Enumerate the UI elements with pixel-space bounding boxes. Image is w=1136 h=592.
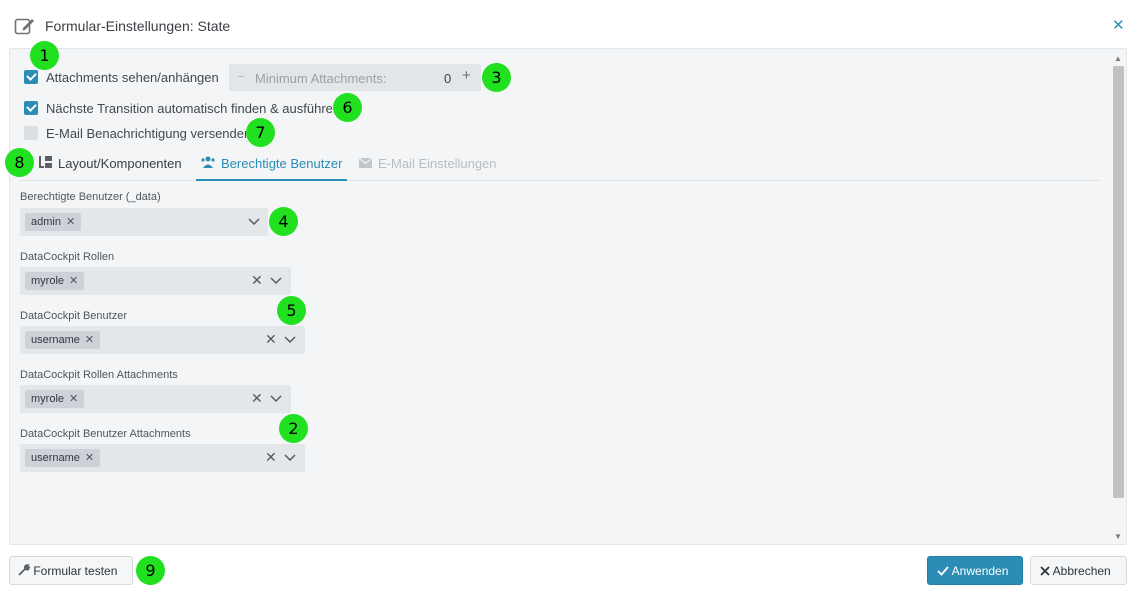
annotation-badge: 9 <box>136 556 165 585</box>
chevron-down-icon[interactable] <box>283 451 297 465</box>
clear-icon[interactable]: ✕ <box>251 390 263 407</box>
field-label-berechtigte-benutzer: Berechtigte Benutzer (_data) <box>20 191 161 203</box>
tab-label: Layout/Komponenten <box>58 156 182 171</box>
apply-button[interactable]: Anwenden <box>927 556 1023 585</box>
selected-chip: myrole ✕ <box>25 272 85 290</box>
layout-icon <box>38 150 52 177</box>
field-label-datacockpit-benutzer: DataCockpit Benutzer <box>20 310 127 322</box>
annotation-badge: 5 <box>277 296 306 325</box>
attachments-label: Attachments sehen/anhängen <box>46 70 219 85</box>
chip-remove-icon[interactable]: ✕ <box>85 452 94 464</box>
envelope-icon <box>358 150 372 177</box>
users-icon <box>201 150 215 177</box>
increment-button[interactable]: + <box>462 67 471 84</box>
selected-chip: myrole ✕ <box>25 390 85 408</box>
tab-bar: Layout/Komponenten Berechtigte Benutzer … <box>20 150 1100 181</box>
decrement-button[interactable]: − <box>237 68 245 84</box>
dialog-title: Formular-Einstellungen: State <box>45 18 231 34</box>
field-label-datacockpit-benutzer-attachments: DataCockpit Benutzer Attachments <box>20 428 191 440</box>
annotation-badge: 7 <box>246 118 275 147</box>
dialog-header: Formular-Einstellungen: State ✕ <box>0 0 1136 48</box>
clear-icon[interactable]: ✕ <box>265 331 277 348</box>
annotation-badge: 1 <box>30 41 59 70</box>
datacockpit-rollen-attachments-select[interactable]: myrole ✕ ✕ <box>20 385 291 413</box>
tab-label: E-Mail Einstellungen <box>378 156 497 171</box>
scroll-up-arrow-icon[interactable]: ▲ <box>1114 54 1122 63</box>
selected-chip: username ✕ <box>25 331 101 349</box>
tab-layout-komponenten[interactable]: Layout/Komponenten <box>38 150 182 181</box>
minimum-attachments-stepper[interactable]: − Minimum Attachments: 0 + <box>229 64 481 91</box>
tab-email-einstellungen[interactable]: E-Mail Einstellungen <box>358 150 497 181</box>
chevron-down-icon[interactable] <box>283 333 297 347</box>
chip-remove-icon[interactable]: ✕ <box>66 216 75 228</box>
datacockpit-rollen-select[interactable]: myrole ✕ ✕ <box>20 267 291 295</box>
chevron-down-icon[interactable] <box>269 392 283 406</box>
minimum-attachments-label: Minimum Attachments: <box>255 71 387 86</box>
annotation-badge: 3 <box>482 63 511 92</box>
datacockpit-benutzer-select[interactable]: username ✕ ✕ <box>20 326 305 354</box>
chip-remove-icon[interactable]: ✕ <box>69 275 78 287</box>
check-icon <box>937 566 949 576</box>
chevron-down-icon[interactable] <box>269 274 283 288</box>
clear-icon[interactable]: ✕ <box>251 272 263 289</box>
cancel-button[interactable]: Abbrechen <box>1030 556 1127 585</box>
pencil-edit-icon <box>14 18 34 35</box>
auto-transition-checkbox[interactable] <box>24 101 38 115</box>
tab-berechtigte-benutzer[interactable]: Berechtigte Benutzer <box>196 150 348 181</box>
wrench-icon <box>18 564 30 576</box>
attachments-checkbox[interactable] <box>24 70 38 84</box>
chip-remove-icon[interactable]: ✕ <box>85 334 94 346</box>
annotation-badge: 6 <box>333 93 362 122</box>
datacockpit-benutzer-attachments-select[interactable]: username ✕ ✕ <box>20 444 305 472</box>
close-icon <box>1040 566 1050 576</box>
selected-chip: admin ✕ <box>25 213 82 231</box>
berechtigte-benutzer-select[interactable]: admin ✕ <box>20 208 268 236</box>
annotation-badge: 4 <box>269 207 298 236</box>
email-notify-checkbox[interactable] <box>24 126 38 140</box>
minimum-attachments-value[interactable]: 0 <box>444 71 451 86</box>
annotation-badge: 8 <box>5 148 34 177</box>
email-notify-label: E-Mail Benachrichtigung versenden <box>46 126 252 141</box>
chevron-down-icon[interactable] <box>247 215 261 229</box>
clear-icon[interactable]: ✕ <box>265 449 277 466</box>
scroll-down-arrow-icon[interactable]: ▼ <box>1114 532 1122 541</box>
field-label-datacockpit-rollen: DataCockpit Rollen <box>20 251 115 263</box>
tab-label: Berechtigte Benutzer <box>221 156 343 171</box>
close-icon[interactable]: ✕ <box>1112 16 1125 36</box>
test-form-button[interactable]: Formular testen <box>9 556 133 585</box>
auto-transition-label: Nächste Transition automatisch finden & … <box>46 101 341 116</box>
annotation-badge: 2 <box>279 414 308 443</box>
field-label-datacockpit-rollen-attachments: DataCockpit Rollen Attachments <box>20 369 178 381</box>
chip-remove-icon[interactable]: ✕ <box>69 393 78 405</box>
scrollbar-thumb[interactable] <box>1113 66 1124 498</box>
selected-chip: username ✕ <box>25 449 101 467</box>
